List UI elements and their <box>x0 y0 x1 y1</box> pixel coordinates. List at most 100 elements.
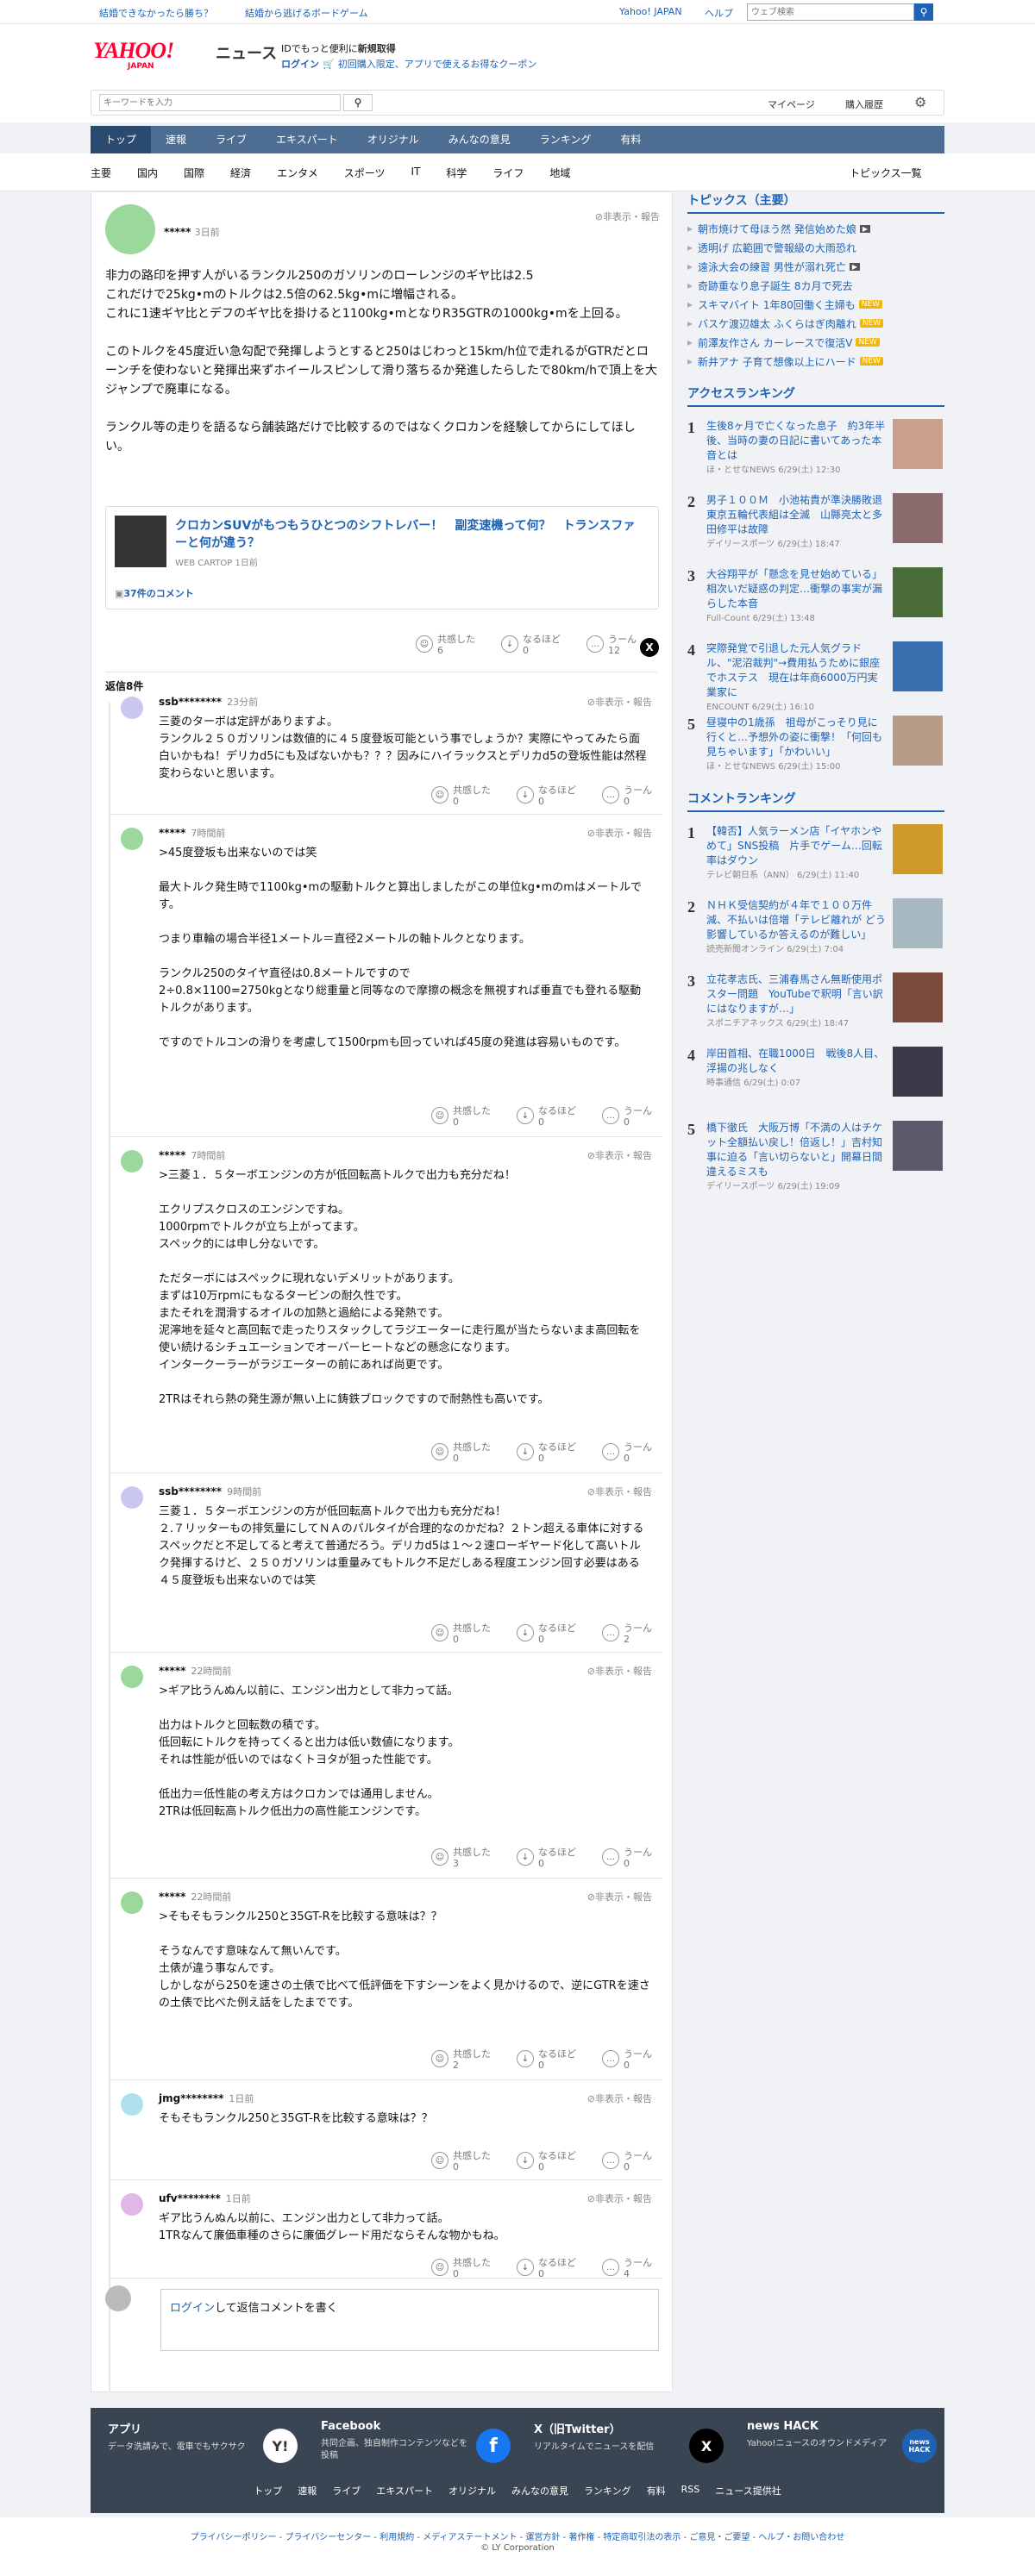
footer-nav-link[interactable]: みんなの意見 <box>511 2484 568 2498</box>
hide-report-link[interactable]: ⊘非表示・報告 <box>595 209 660 223</box>
hide-report-link[interactable]: ⊘非表示・報告 <box>587 695 652 709</box>
ranking-item[interactable]: 4 岸田首相、在職1000日 戦後8人目、浮揚の兆しなく 時事通信 6/29(土) … <box>687 1047 944 1110</box>
footer-app-card[interactable]: news HACK Yahoo!ニュースのオウンドメディア news HACK <box>747 2420 954 2463</box>
rank-text[interactable]: 立花孝志氏、三浦春馬さん無断使用ポスター問題 YouTubeで釈明「言い訳にはな… <box>706 972 888 1036</box>
hide-report-link[interactable]: ⊘非表示・報告 <box>587 1890 652 1904</box>
post-reaction-1[interactable]: ↓ なるほど 0 <box>501 634 561 656</box>
topic-item[interactable]: ▸ 遠泳大会の練習 男性が溺れ死亡 ▶ <box>687 257 944 276</box>
footer-nav-link[interactable]: オリジナル <box>448 2484 496 2498</box>
topic-link[interactable]: 遠泳大会の練習 男性が溺れ死亡 <box>698 259 846 274</box>
rank-title[interactable]: 昼寝中の1歳孫 祖母がこっそり見に行くと…予想外の姿に衝撃！「何回も見ちゃいます… <box>706 716 882 758</box>
topic-link[interactable]: 奇跡重なり息子誕生 8カ月で死去 <box>698 278 852 293</box>
hide-report-link[interactable]: ⊘非表示・報告 <box>587 1664 652 1678</box>
rank-text[interactable]: 岸田首相、在職1000日 戦後8人目、浮揚の兆しなく 時事通信 6/29(土) 0… <box>706 1047 888 1110</box>
tab-3[interactable]: エキスパート <box>261 126 353 153</box>
rank-text[interactable]: 男子１００Ｍ 小池祐貴が準決勝敗退 東京五輪代表組は全滅 山縣亮太と多田修平は故… <box>706 493 893 557</box>
topic-item[interactable]: ▸ 朝市焼けて母ほう然 発信始めた娘 ▶ <box>687 219 944 238</box>
topic-item[interactable]: ▸ 奇跡重なり息子誕生 8カ月で死去 <box>687 276 944 295</box>
reply-reaction-1[interactable]: ↓ なるほど 0 <box>517 785 576 807</box>
reply-reaction-2[interactable]: … うーん 0 <box>602 2150 652 2173</box>
web-search-button[interactable]: ⚲ <box>914 3 933 21</box>
reply-reaction-2[interactable]: … うーん 0 <box>602 785 652 807</box>
category-9[interactable]: 地域 <box>549 166 570 180</box>
reply-reaction-2[interactable]: … うーん 0 <box>602 2048 652 2071</box>
rank-title[interactable]: 突際発覚で引退した元人気グラドル、"泥沼裁判"→費用払うために銀座でホステス 現… <box>706 642 880 698</box>
tab-5[interactable]: みんなの意見 <box>434 126 525 153</box>
reply-reaction-1[interactable]: ↓ なるほど 0 <box>517 1847 576 1869</box>
web-search-input[interactable] <box>747 3 914 21</box>
reply-reaction-0[interactable]: ☺ 共感した 2 <box>431 2048 491 2071</box>
footer-nav-link[interactable]: 有料 <box>647 2484 666 2498</box>
comments-link[interactable]: ▣37件のコメント <box>115 586 194 600</box>
rank-title[interactable]: 【韓否】人気ラーメン店「イヤホンやめて」SNS投稿 片手でゲーム…回転率はダウン <box>706 825 882 866</box>
hide-report-link[interactable]: ⊘非表示・報告 <box>587 2091 652 2105</box>
reply-login-link[interactable]: ログイン <box>170 2302 215 2315</box>
category-4[interactable]: エンタメ <box>277 166 318 180</box>
topic-item[interactable]: ▸ 透明げ 広範囲で警報級の大雨恐れ <box>687 238 944 257</box>
rank-title[interactable]: 生後8ヶ月で亡くなった息子 約3年半後、当時の妻の日記に書いてあった本音とは <box>706 420 885 461</box>
category-1[interactable]: 国内 <box>137 166 158 180</box>
ranking-item[interactable]: 3 立花孝志氏、三浦春馬さん無断使用ポスター問題 YouTubeで釈明「言い訳には… <box>687 972 944 1036</box>
reply-reaction-1[interactable]: ↓ なるほど 0 <box>517 1623 576 1645</box>
topic-link[interactable]: スキマバイト 1年80回働く主婦も <box>698 297 856 312</box>
reply-reaction-2[interactable]: … うーん 2 <box>602 1623 652 1645</box>
topic-link[interactable]: 朝市焼けて母ほう然 発信始めた娘 <box>698 222 856 236</box>
topic-link[interactable]: バスケ渡辺雄太 ふくらはぎ肉離れ <box>698 316 856 331</box>
rank-title[interactable]: 立花孝志氏、三浦春馬さん無断使用ポスター問題 YouTubeで釈明「言い訳にはな… <box>706 973 883 1015</box>
reply-reaction-1[interactable]: ↓ なるほど 0 <box>517 1105 576 1128</box>
service-name[interactable]: ニュース <box>216 41 277 64</box>
keyword-search-input[interactable] <box>99 94 341 111</box>
signup-link[interactable]: 新規取得 <box>358 43 396 54</box>
rank-text[interactable]: 橋下徹氏 大阪万博「不満の人はチケット全額払い戻し！倍返し！」吉村知事に迫る「言… <box>706 1121 888 1191</box>
post-reaction-0[interactable]: ☺ 共感した 6 <box>416 634 475 656</box>
post-reaction-2[interactable]: … うーん 12 <box>586 634 637 656</box>
topic-link[interactable]: 透明げ 広範囲で警報級の大雨恐れ <box>698 241 856 255</box>
reply-reaction-0[interactable]: ☺ 共感した 0 <box>431 1623 491 1645</box>
reply-reaction-1[interactable]: ↓ なるほど 0 <box>517 2257 576 2279</box>
category-2[interactable]: 国際 <box>184 166 204 180</box>
tab-0[interactable]: トップ <box>91 126 152 153</box>
ranking-item[interactable]: 2 ＮＨＫ受信契約が４年で１００万件減、不払いは倍増「テレビ離れが どう影響してい… <box>687 898 944 962</box>
topic-link[interactable]: 新井アナ 子育て想像以上にハード <box>698 354 856 369</box>
help-link[interactable]: ヘルプ <box>705 6 733 20</box>
footer-nav-link[interactable]: RSS <box>681 2484 700 2498</box>
promo-link-2[interactable]: 結婚から逃げるボードゲーム <box>245 6 368 20</box>
reply-reaction-0[interactable]: ☺ 共感した 0 <box>431 1105 491 1128</box>
tab-7[interactable]: 有料 <box>605 126 656 153</box>
reply-reaction-1[interactable]: ↓ なるほど 0 <box>517 1441 576 1464</box>
ranking-item[interactable]: 1 【韓否】人気ラーメン店「イヤホンやめて」SNS投稿 片手でゲーム…回転率はダウ… <box>687 824 944 888</box>
tab-6[interactable]: ランキング <box>525 126 606 153</box>
yahoo-logo[interactable]: YAHOO! <box>93 38 174 64</box>
rank-text[interactable]: ＮＨＫ受信契約が４年で１００万件減、不払いは倍増「テレビ離れが どう影響している… <box>706 898 888 962</box>
rank-text[interactable]: 昼寝中の1歳孫 祖母がこっそり見に行くと…予想外の姿に衝撃！「何回も見ちゃいます… <box>706 716 888 779</box>
topics-list-link[interactable]: トピックス一覧 <box>850 166 922 180</box>
yahoo-japan-link[interactable]: Yahoo! JAPAN <box>619 6 682 17</box>
topic-item[interactable]: ▸ 前澤友作さん カーレースで復活V NEW <box>687 333 944 352</box>
rank-text[interactable]: 突際発覚で引退した元人気グラドル、"泥沼裁判"→費用払うために銀座でホステス 現… <box>706 641 888 712</box>
rank-title[interactable]: ＮＨＫ受信契約が４年で１００万件減、不払いは倍増「テレビ離れが どう影響している… <box>706 899 886 941</box>
rank-title[interactable]: 岸田首相、在職1000日 戦後8人目、浮揚の兆しなく <box>706 1047 884 1074</box>
reply-input-box[interactable]: ログインして返信コメントを書く <box>160 2289 659 2351</box>
reply-reaction-0[interactable]: ☺ 共感した 3 <box>431 1847 491 1869</box>
tab-1[interactable]: 速報 <box>151 126 201 153</box>
ranking-item[interactable]: 2 男子１００Ｍ 小池祐貴が準決勝敗退 東京五輪代表組は全滅 山縣亮太と多田修平は… <box>687 493 944 557</box>
reply-reaction-0[interactable]: ☺ 共感した 0 <box>431 785 491 807</box>
footer-app-card[interactable]: X（旧Twitter） リアルタイムでニュースを配信 X <box>534 2420 741 2463</box>
tab-4[interactable]: オリジナル <box>353 126 434 153</box>
category-6[interactable]: IT <box>411 166 420 180</box>
keyword-search-button[interactable]: ⚲ <box>343 94 373 111</box>
rank-text[interactable]: 【韓否】人気ラーメン店「イヤホンやめて」SNS投稿 片手でゲーム…回転率はダウン… <box>706 824 888 888</box>
promo-link-1[interactable]: 結婚できなかったら勝ち？ <box>99 6 213 20</box>
hide-report-link[interactable]: ⊘非表示・報告 <box>587 2191 652 2205</box>
reply-reaction-0[interactable]: ☺ 共感した 0 <box>431 1441 491 1464</box>
topic-item[interactable]: ▸ バスケ渡辺雄太 ふくらはぎ肉離れ NEW <box>687 314 944 333</box>
ranking-item[interactable]: 3 大谷翔平が「懸念を見せ始めている」 相次いだ疑惑の判定…衝撃の事実が漏らした本… <box>687 567 944 631</box>
category-3[interactable]: 経済 <box>230 166 251 180</box>
tab-2[interactable]: ライブ <box>201 126 261 153</box>
reply-reaction-2[interactable]: … うーん 0 <box>602 1105 652 1128</box>
mypage-link[interactable]: マイページ <box>768 97 815 111</box>
reply-reaction-1[interactable]: ↓ なるほど 0 <box>517 2048 576 2071</box>
login-link[interactable]: ログイン <box>281 59 319 70</box>
hide-report-link[interactable]: ⊘非表示・報告 <box>587 826 652 840</box>
footer-app-card[interactable]: Facebook 共同企画、独自制作コンテンツなどを投稿 f <box>321 2420 528 2463</box>
